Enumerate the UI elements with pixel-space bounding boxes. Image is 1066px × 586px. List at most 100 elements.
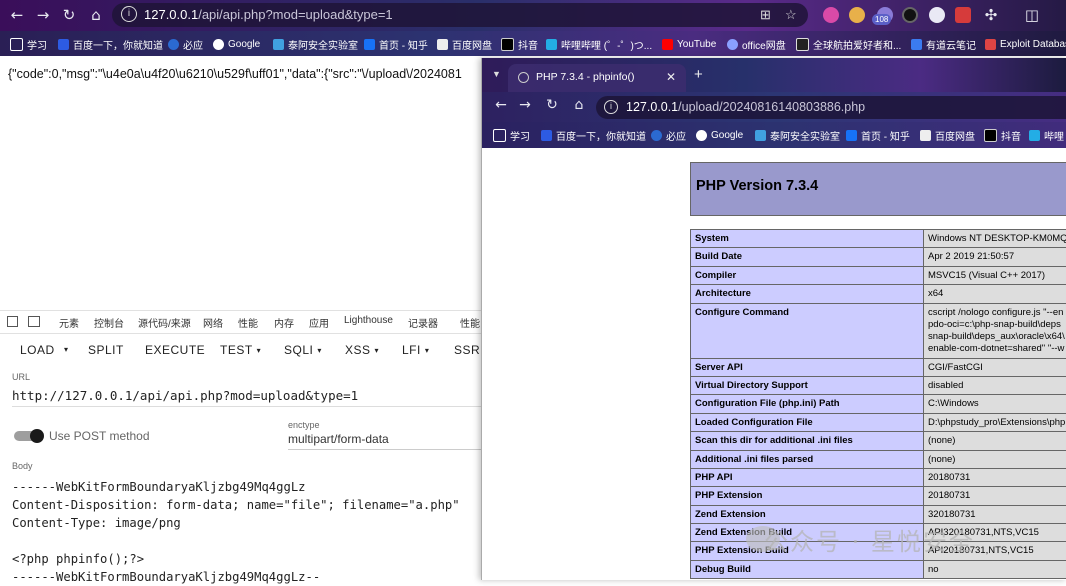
phpinfo-value: 20180731 [924, 468, 1066, 486]
extension-icon[interactable] [929, 7, 945, 23]
phpinfo-value: (none) [924, 432, 1066, 450]
puzzle-icon[interactable]: ✣ [981, 5, 1001, 25]
address-url[interactable]: 127.0.0.1/upload/20240816140803886.php [626, 100, 865, 114]
bookmark-item[interactable]: Google [213, 36, 260, 52]
bookmark-item[interactable]: 抖音 [501, 36, 538, 52]
bookmark-item[interactable]: 必应 [651, 127, 686, 143]
bookmark-item[interactable]: 百度网盘 [437, 36, 492, 52]
xss-menu[interactable]: XSS▾ [345, 343, 379, 357]
devtools-tab[interactable]: 记录器 [408, 315, 438, 330]
post-method-toggle[interactable] [14, 429, 42, 443]
extension-icon[interactable] [902, 7, 918, 23]
extension-icon[interactable] [823, 7, 839, 23]
bookmarks-bar: 学习 百度一下，你就知道 必应 Google 泰阿安全实验室 首页 - 知乎 百… [0, 31, 1066, 56]
sidepanel-icon[interactable]: ◫ [1022, 5, 1042, 25]
bookmark-item[interactable]: Exploit Databas [985, 36, 1066, 52]
tab-search-icon[interactable]: ▼ [492, 69, 501, 79]
translate-icon[interactable]: ⊞ [760, 7, 771, 23]
address-bar[interactable]: i 127.0.0.1/api/api.php?mod=upload&type=… [112, 3, 808, 27]
hackbar-url-input[interactable]: http://127.0.0.1/api/api.php?mod=upload&… [12, 388, 358, 403]
office-icon [727, 39, 738, 50]
close-icon[interactable]: ✕ [666, 70, 676, 84]
site-info-icon[interactable]: i [121, 6, 137, 22]
lab-icon [273, 39, 284, 50]
phpinfo-value: (none) [924, 450, 1066, 468]
bookmark-item[interactable]: 哔哩 [1029, 127, 1064, 143]
baidupan-icon [920, 130, 931, 141]
devtools-tab[interactable]: 控制台 [94, 315, 124, 330]
bookmark-item[interactable]: 全球航拍爱好者和... [796, 36, 901, 52]
phpinfo-value: CGI/FastCGI [924, 358, 1066, 376]
bookmark-item[interactable]: 哔哩哔哩 (゜-゜)つ... [546, 36, 652, 52]
bookmark-item[interactable]: 首页 - 知乎 [846, 127, 910, 143]
adblock-icon[interactable] [955, 7, 971, 23]
devtools-tab[interactable]: 元素 [59, 315, 79, 330]
back-icon[interactable]: ← [7, 5, 27, 25]
extension-icon[interactable] [849, 7, 865, 23]
bookmark-item[interactable]: office网盘 [727, 36, 786, 52]
devtools-tab[interactable]: 应用 [309, 315, 329, 330]
bookmark-item[interactable]: 必应 [168, 36, 203, 52]
devtools-tab[interactable]: 性能 [460, 315, 480, 330]
bookmark-star-icon[interactable]: ☆ [785, 7, 797, 23]
browser-toolbar: ← → ↻ ⌂ i 127.0.0.1/upload/2024081614080… [482, 92, 1066, 122]
phpinfo-value: 320180731 [924, 505, 1066, 523]
reload-icon[interactable]: ↻ [543, 97, 561, 113]
zhihu-icon [364, 39, 375, 50]
phpinfo-row: PHP API20180731 [691, 468, 1066, 486]
bookmark-item[interactable]: YouTube [662, 36, 716, 52]
bookmark-item[interactable]: 百度网盘 [920, 127, 975, 143]
back-icon[interactable]: ← [492, 97, 510, 113]
home-icon[interactable]: ⌂ [570, 97, 588, 113]
new-tab-icon[interactable]: + [694, 66, 703, 83]
enctype-label: enctype [288, 420, 320, 430]
devtools-tab[interactable]: 源代码/来源 [138, 315, 191, 330]
phpinfo-header: PHP Version 7.3.4 [690, 162, 1066, 216]
devtools-tabbar: 元素 控制台 源代码/来源 网络 性能 内存 应用 Lighthouse 记录器… [0, 310, 482, 334]
phpinfo-row: PHP Extension20180731 [691, 487, 1066, 505]
site-info-icon[interactable]: i [604, 100, 618, 114]
phpinfo-key: Architecture [691, 285, 924, 303]
devtools-tab[interactable]: 内存 [274, 315, 294, 330]
bookmark-item[interactable]: 学习 [493, 127, 530, 143]
devtools-tab[interactable]: 性能 [238, 315, 258, 330]
home-icon[interactable]: ⌂ [86, 5, 106, 25]
forward-icon[interactable]: → [516, 97, 534, 113]
tab-phpinfo[interactable]: PHP 7.3.4 - phpinfo() ✕ [508, 64, 686, 92]
bookmark-item[interactable]: 有道云笔记 [911, 36, 976, 52]
bookmark-item[interactable]: Google [696, 127, 743, 143]
sqli-menu[interactable]: SQLI▾ [284, 343, 322, 357]
bookmark-item[interactable]: 泰阿安全实验室 [273, 36, 358, 52]
execute-button[interactable]: EXECUTE [145, 343, 205, 357]
inspect-icon[interactable] [7, 316, 18, 327]
douyin-icon [984, 129, 997, 142]
phpinfo-key: Server API [691, 358, 924, 376]
hackbar-menu: LOAD ▾ SPLIT EXECUTE TEST▾ SQLI▾ XSS▾ LF… [0, 333, 482, 367]
address-url[interactable]: 127.0.0.1/api/api.php?mod=upload&type=1 [144, 7, 393, 22]
load-button[interactable]: LOAD [20, 343, 55, 357]
phpinfo-value: C:\Windows [924, 395, 1066, 413]
phpinfo-row: Server APICGI/FastCGI [691, 358, 1066, 376]
enctype-select[interactable]: multipart/form-data [288, 432, 389, 446]
baidu-icon [58, 39, 69, 50]
bookmark-item[interactable]: 百度一下，你就知道 [541, 127, 646, 143]
bookmark-item[interactable]: 抖音 [984, 127, 1021, 143]
device-toggle-icon[interactable] [28, 316, 40, 327]
test-menu[interactable]: TEST▾ [220, 343, 261, 357]
bookmark-item[interactable]: 首页 - 知乎 [364, 36, 428, 52]
lfi-menu[interactable]: LFI▾ [402, 343, 429, 357]
devtools-tab[interactable]: Lighthouse [344, 315, 393, 326]
phpinfo-key: Debug Build [691, 560, 924, 578]
split-button[interactable]: SPLIT [88, 343, 124, 357]
bookmark-item[interactable]: 百度一下，你就知道 [58, 36, 163, 52]
phpinfo-row: Scan this dir for additional .ini files(… [691, 432, 1066, 450]
address-bar[interactable]: i 127.0.0.1/upload/20240816140803886.php [596, 96, 1066, 119]
bookmark-item[interactable]: 学习 [10, 36, 47, 52]
reload-icon[interactable]: ↻ [59, 5, 79, 25]
body-textarea[interactable]: ------WebKitFormBoundaryaKljzbg49Mq4ggLz… [12, 478, 460, 586]
phpinfo-row: Additional .ini files parsed(none) [691, 450, 1066, 468]
forward-icon[interactable]: → [33, 5, 53, 25]
bookmark-item[interactable]: 泰阿安全实验室 [755, 127, 840, 143]
devtools-tab[interactable]: 网络 [203, 315, 223, 330]
load-dropdown-icon[interactable]: ▾ [64, 345, 69, 354]
